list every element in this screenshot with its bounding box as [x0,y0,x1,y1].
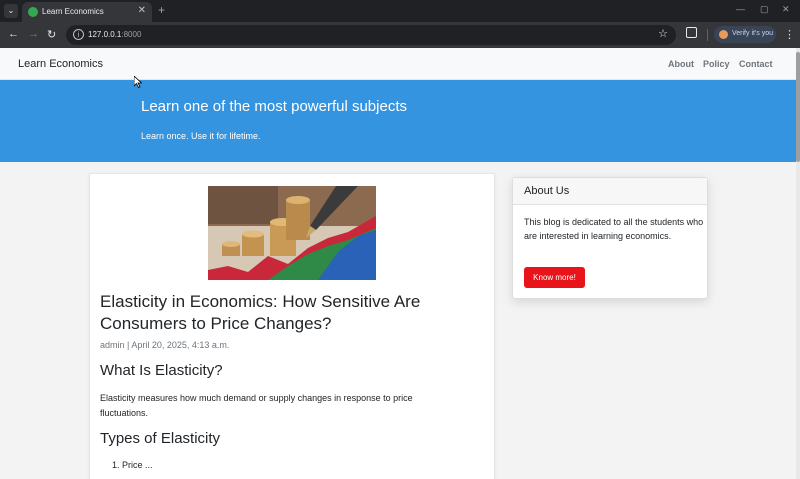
section-heading-elasticity: What Is Elasticity? [100,362,223,379]
know-more-button[interactable]: Know more! [524,267,585,288]
page-scrollbar[interactable] [796,48,800,479]
scroll-thumb[interactable] [796,52,800,162]
site-brand[interactable]: Learn Economics [18,58,103,70]
post-meta: admin | April 20, 2025, 4:13 a.m. [100,340,230,350]
address-bar[interactable]: i 127.0.0.1:8000 ☆ [66,25,676,45]
about-us-text: This blog is dedicated to all the studen… [524,217,704,241]
web-page: Learn Economics About Policy Contact Lea… [0,48,796,479]
new-tab-icon[interactable]: + [158,3,165,17]
minimize-icon[interactable]: — [736,4,745,14]
toolbar-divider [707,29,708,41]
favicon-icon [28,7,38,17]
tab-search-icon[interactable]: ⌄ [4,4,18,18]
nav-link-about[interactable]: About [668,59,694,69]
hero-title: Learn one of the most powerful subjects [141,98,407,115]
browser-tab[interactable]: Learn Economics ✕ [22,2,152,22]
post-title[interactable]: Elasticity in Economics: How Sensitive A… [100,291,490,335]
blog-post-card: Elasticity in Economics: How Sensitive A… [89,173,495,479]
nav-link-contact[interactable]: Contact [739,59,773,69]
mouse-cursor-icon [134,76,142,88]
post-image [208,186,376,280]
profile-label: Verify it's you [732,30,774,37]
nav-link-policy[interactable]: Policy [703,59,730,69]
kebab-menu-icon[interactable]: ⋮ [784,28,795,41]
about-us-title: About Us [524,185,570,197]
url-text[interactable]: 127.0.0.1:8000 [88,30,141,39]
coins-chart-illustration [208,186,376,280]
site-navbar: Learn Economics About Policy Contact [0,48,796,80]
reload-icon[interactable]: ↻ [47,28,56,41]
list-item: 1. Price ... [112,460,153,470]
site-info-icon[interactable]: i [73,29,84,40]
tab-title: Learn Economics [42,7,104,16]
section-paragraph: Elasticity measures how much demand or s… [100,393,413,418]
about-us-header: About Us [513,178,707,205]
tab-close-icon[interactable]: ✕ [138,5,146,16]
profile-chip[interactable]: Verify it's you [714,26,776,43]
about-us-card: About Us This blog is dedicated to all t… [512,177,708,299]
maximize-icon[interactable]: ▢ [760,4,769,15]
section-heading-types: Types of Elasticity [100,430,221,447]
back-arrow-icon[interactable]: ← [8,28,19,40]
bookmark-star-icon[interactable]: ☆ [658,27,668,40]
window-close-icon[interactable]: ✕ [782,4,790,15]
hero-banner: Learn one of the most powerful subjects … [0,80,796,162]
browser-toolbar: ← → ↻ i 127.0.0.1:8000 ☆ Verify it's you… [0,22,800,48]
hero-subtitle: Learn once. Use it for lifetime. [141,131,261,141]
extensions-icon[interactable] [686,27,697,38]
forward-arrow-icon[interactable]: → [28,28,39,40]
browser-tabstrip: ⌄ Learn Economics ✕ + — ▢ ✕ [0,0,800,22]
avatar [719,30,728,39]
